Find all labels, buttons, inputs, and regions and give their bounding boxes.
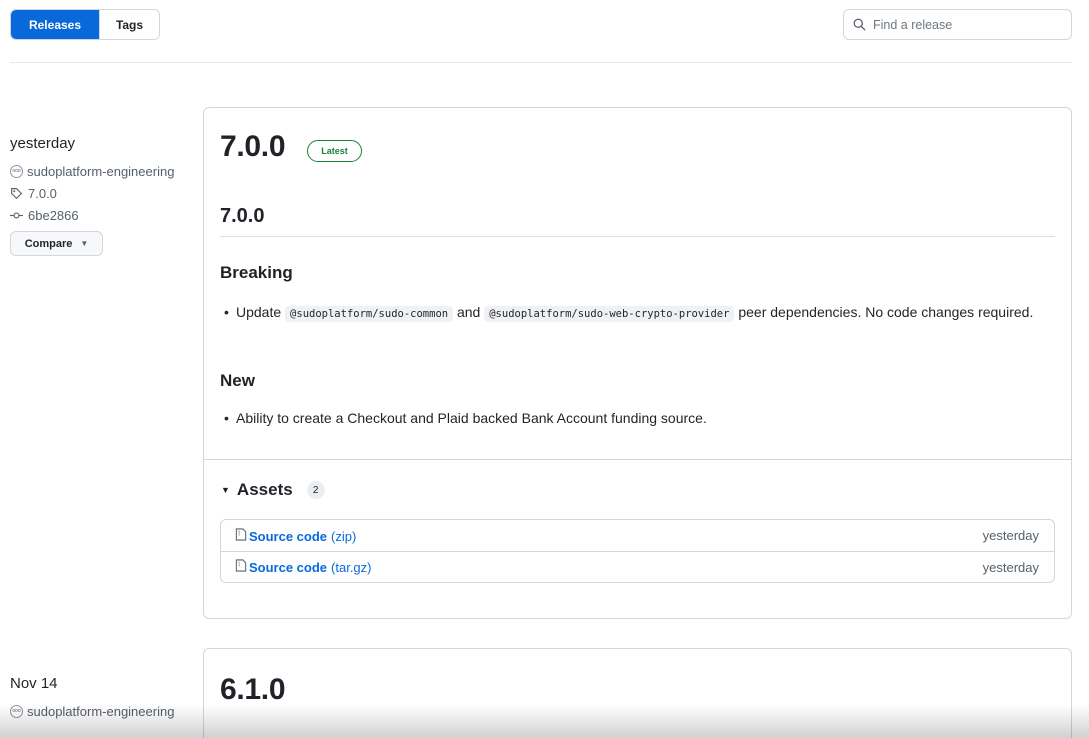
search-box[interactable] — [843, 9, 1072, 40]
avatar: ooo — [10, 165, 23, 178]
release-title[interactable]: 6.1.0 — [220, 673, 286, 707]
release-card: 7.0.0 Latest 7.0.0 Breaking Update @sudo… — [203, 107, 1072, 619]
list-item: Update @sudoplatform/sudo-common and @su… — [224, 300, 1036, 326]
search-input[interactable] — [873, 17, 1063, 32]
latest-badge: Latest — [307, 140, 362, 162]
divider — [10, 62, 1072, 63]
item-text: peer dependencies. No code changes requi… — [738, 304, 1034, 320]
asset-link-zip[interactable]: Source code (zip) — [235, 527, 356, 544]
release-commit[interactable]: 6be2866 — [10, 205, 185, 225]
release-tabs: Releases Tags — [10, 9, 160, 40]
release-meta: yesterday ooo sudoplatform-engineering 7… — [10, 135, 185, 256]
assets-toggle[interactable]: ▼ Assets 2 — [221, 480, 325, 500]
commit-label[interactable]: 6be2866 — [28, 208, 79, 223]
assets-list: Source code (zip) yesterday Source code … — [220, 519, 1055, 583]
asset-ext[interactable]: (tar.gz) — [331, 560, 371, 575]
release-meta: Nov 14 ooo sudoplatform-engineering — [10, 675, 185, 721]
code-snippet: @sudoplatform/sudo-common — [285, 306, 454, 322]
tag-icon — [11, 187, 22, 199]
search-icon — [853, 18, 866, 31]
tab-releases[interactable]: Releases — [11, 10, 99, 39]
tag-label[interactable]: 7.0.0 — [28, 186, 57, 201]
asset-row: Source code (zip) yesterday — [221, 520, 1054, 551]
divider — [204, 459, 1071, 460]
item-text: and — [456, 304, 481, 320]
chevron-down-icon: ▼ — [80, 239, 89, 248]
asset-ext[interactable]: (zip) — [331, 529, 356, 544]
asset-date: yesterday — [982, 528, 1039, 543]
release-card: 6.1.0 — [203, 648, 1072, 738]
file-zip-icon — [235, 559, 247, 572]
heading-rule — [220, 236, 1055, 237]
assets-count-badge: 2 — [306, 481, 325, 499]
notes-heading: 7.0.0 — [220, 205, 265, 227]
avatar: ooo — [10, 705, 23, 718]
asset-name[interactable]: Source code — [249, 529, 327, 544]
asset-date: yesterday — [982, 559, 1039, 575]
asset-name[interactable]: Source code — [249, 560, 327, 575]
tab-tags[interactable]: Tags — [99, 10, 159, 39]
release-title[interactable]: 7.0.0 — [220, 130, 286, 164]
author-name[interactable]: sudoplatform-engineering — [27, 162, 175, 181]
breaking-heading: Breaking — [220, 263, 293, 282]
release-date: yesterday — [10, 135, 76, 152]
commit-icon — [10, 211, 23, 219]
code-snippet: @sudoplatform/sudo-web-crypto-provider — [484, 306, 735, 322]
new-heading: New — [220, 371, 255, 390]
triangle-down-icon: ▼ — [221, 485, 230, 495]
release-date: Nov 14 — [10, 675, 58, 692]
list-item: Ability to create a Checkout and Plaid b… — [224, 406, 707, 430]
release-author[interactable]: ooo sudoplatform-engineering — [10, 162, 185, 181]
asset-row: Source code (tar.gz) yesterday — [221, 551, 1054, 582]
assets-label: Assets — [236, 480, 293, 499]
file-zip-icon — [235, 527, 247, 541]
asset-link-targz[interactable]: Source code (tar.gz) — [235, 559, 372, 575]
compare-button[interactable]: Compare ▼ — [10, 231, 103, 256]
release-author[interactable]: ooo sudoplatform-engineering — [10, 702, 185, 721]
compare-label: Compare — [24, 237, 73, 250]
author-name[interactable]: sudoplatform-engineering — [27, 702, 175, 721]
release-tag[interactable]: 7.0.0 — [10, 183, 185, 203]
item-text: Update — [236, 304, 282, 320]
